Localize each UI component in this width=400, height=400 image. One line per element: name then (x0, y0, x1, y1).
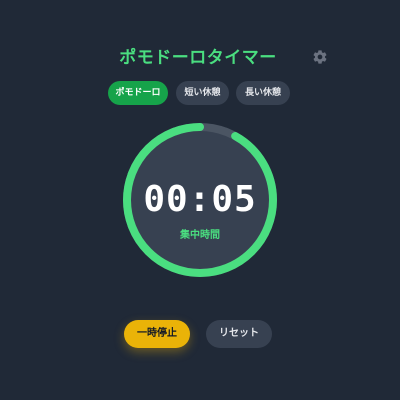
mode-tabs: ポモドーロ 短い休憩 長い休憩 (0, 81, 400, 105)
gear-icon[interactable] (312, 49, 328, 65)
tab-long-break[interactable]: 長い休憩 (236, 81, 290, 105)
tab-short-break[interactable]: 短い休憩 (176, 81, 229, 105)
reset-button[interactable]: リセット (206, 320, 272, 348)
timer-dial: 00:05 集中時間 (120, 120, 280, 280)
time-display: 00:05 (143, 179, 257, 220)
app-title: ポモドーロタイマー (119, 48, 277, 68)
phase-label: 集中時間 (180, 230, 220, 241)
tab-pomodoro[interactable]: ポモドーロ (108, 81, 168, 105)
pomodoro-app: ポモドーロタイマー ポモドーロ 短い休憩 長い休憩 00:05 集中時間 一時停… (0, 0, 400, 400)
pause-button[interactable]: 一時停止 (124, 320, 190, 348)
